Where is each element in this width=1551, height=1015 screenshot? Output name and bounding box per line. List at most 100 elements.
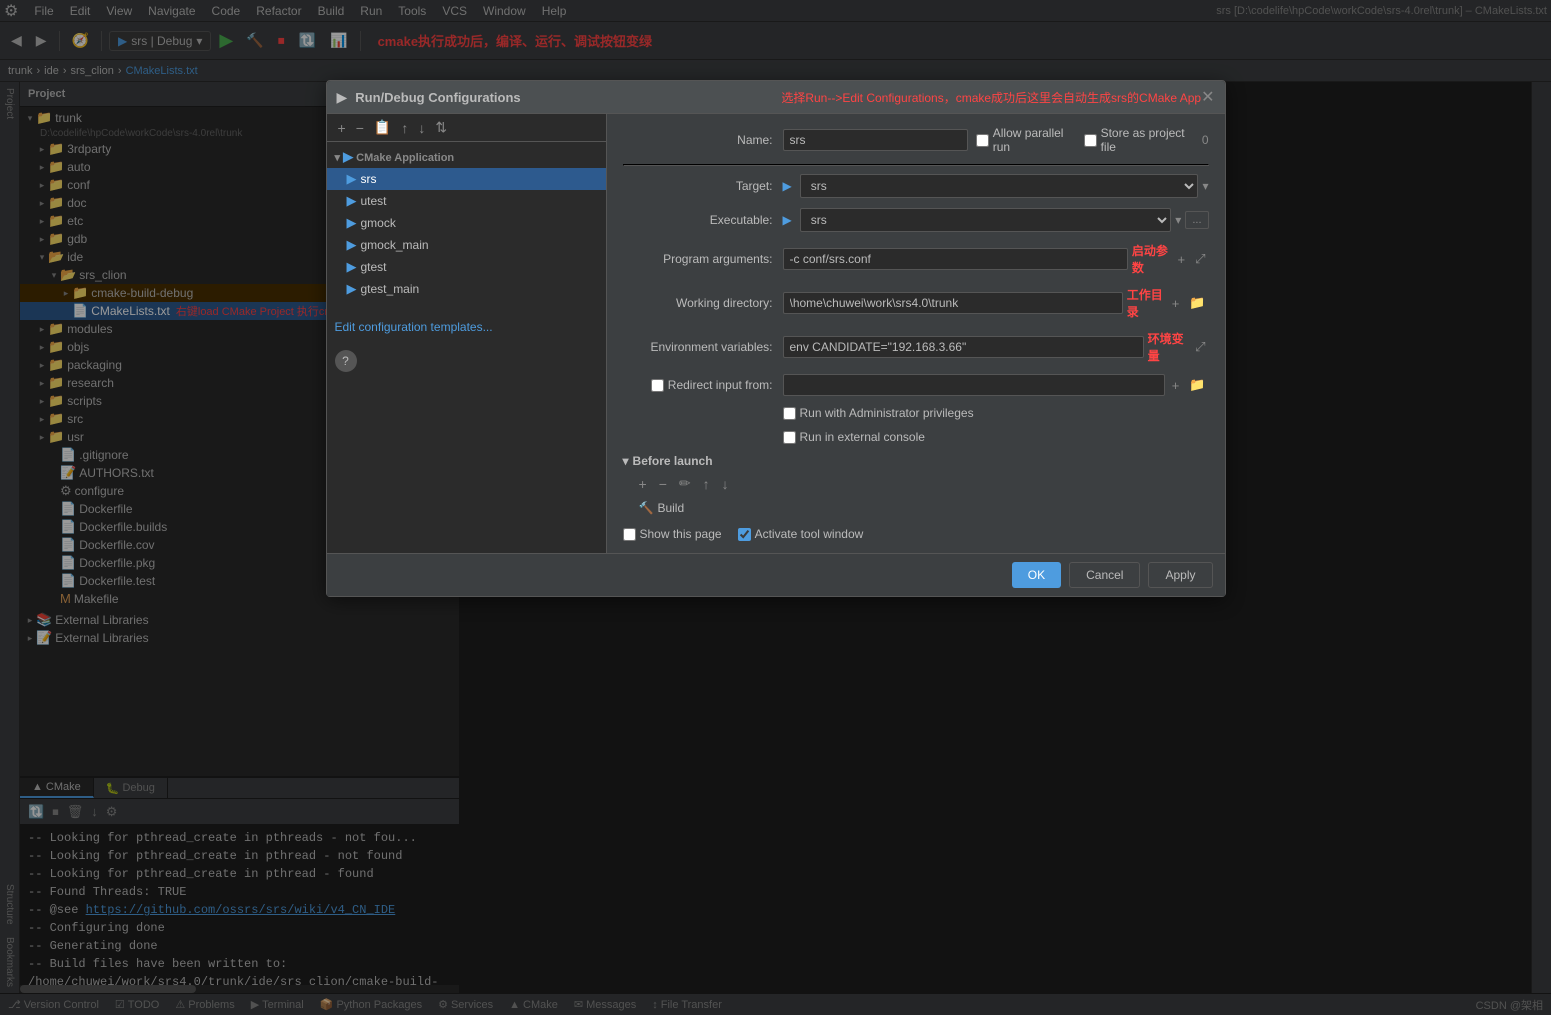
dialog-annotation: 选择Run-->Edit Configurations，cmake成功后这里会自…	[781, 89, 1201, 106]
show-page-area: Show this page Activate tool window	[623, 527, 1209, 541]
form-separator	[623, 164, 1209, 166]
exe-dropdown-icon: ▾	[1175, 213, 1181, 227]
config-section-cmake: ▾ ▶ CMake Application ▶ srs ▶ utest ▶	[327, 142, 606, 304]
executable-label: Executable:	[623, 213, 783, 227]
bl-remove-btn[interactable]: −	[655, 474, 671, 493]
name-label: Name:	[623, 133, 783, 147]
dialog-title: Run/Debug Configurations	[355, 90, 761, 105]
cmake-section-header: ▾ ▶ CMake Application	[327, 146, 606, 168]
form-row-redirect: Redirect input from: + 📁	[623, 374, 1209, 396]
env-vars-expand-btn[interactable]: ⤢	[1192, 338, 1208, 356]
config-add-btn[interactable]: +	[335, 119, 349, 137]
redirect-add-btn[interactable]: +	[1169, 377, 1183, 394]
cmake-app-icon: ▶	[343, 149, 353, 164]
store-project-checkbox[interactable]: Store as project file	[1084, 126, 1194, 154]
ok-button[interactable]: OK	[1012, 562, 1061, 588]
env-vars-label: Environment variables:	[623, 340, 783, 354]
run-debug-dialog: ▶ Run/Debug Configurations 选择Run-->Edit …	[326, 80, 1226, 597]
config-list: + − 📋 ↑ ↓ ⇅ ▾ ▶ CMake Application	[327, 114, 607, 553]
bl-down-btn[interactable]: ↓	[718, 474, 733, 493]
before-launch-title[interactable]: ▾ Before launch	[623, 454, 1209, 468]
config-sort-btn[interactable]: ⇅	[432, 118, 450, 137]
redirect-checkbox[interactable]	[651, 379, 664, 392]
apply-button[interactable]: Apply	[1148, 562, 1212, 588]
help-section: ?	[327, 342, 606, 380]
dialog-header: ▶ Run/Debug Configurations 选择Run-->Edit …	[327, 81, 1225, 114]
target-cmake-icon: ▶	[783, 179, 792, 193]
name-row-right: Allow parallel run Store as project file…	[783, 126, 1209, 154]
allow-parallel-check[interactable]	[976, 134, 989, 147]
build-icon: 🔨	[639, 501, 654, 515]
before-launch-section: ▾ Before launch + − ✏ ↑ ↓ 🔨	[623, 454, 1209, 517]
before-launch-controls: + − ✏ ↑ ↓	[635, 474, 1209, 493]
form-row-target: Target: ▶ srs ▾	[623, 174, 1209, 198]
bl-build-item: 🔨 Build	[635, 499, 1209, 517]
working-dir-browse-btn[interactable]: 📁	[1186, 294, 1208, 312]
redirect-browse-btn[interactable]: 📁	[1186, 376, 1208, 394]
config-item-gmock-main[interactable]: ▶ gmock_main	[327, 234, 606, 256]
name-input[interactable]	[783, 129, 968, 151]
config-move-up-btn[interactable]: ↑	[398, 119, 411, 137]
bl-edit-btn[interactable]: ✏	[675, 474, 695, 493]
dialog-icon: ▶	[337, 89, 348, 106]
config-item-gtest-main[interactable]: ▶ gtest_main	[327, 278, 606, 300]
cmake-section-arrow[interactable]: ▾	[335, 152, 341, 164]
env-vars-annotation: 环境变量	[1148, 330, 1188, 364]
working-dir-row: 工作目录 + 📁	[783, 286, 1209, 320]
executable-row: ▶ srs ▾ ...	[783, 208, 1209, 232]
target-select[interactable]: srs	[800, 174, 1199, 198]
gmock-main-config-icon: ▶	[347, 237, 357, 253]
srs-config-icon: ▶	[347, 171, 357, 187]
run-external-check[interactable]	[783, 431, 796, 444]
utest-config-icon: ▶	[347, 193, 357, 209]
program-args-label: Program arguments:	[623, 252, 783, 266]
cmake-section-label: CMake Application	[356, 152, 454, 164]
env-vars-input[interactable]	[783, 336, 1144, 358]
before-launch-arrow: ▾	[623, 454, 629, 468]
show-page-checkbox[interactable]: Show this page	[623, 527, 722, 541]
program-args-add-btn[interactable]: +	[1175, 251, 1189, 268]
cancel-button[interactable]: Cancel	[1069, 562, 1140, 588]
bl-add-btn[interactable]: +	[635, 474, 651, 493]
working-dir-input[interactable]	[783, 292, 1123, 314]
config-item-gmock[interactable]: ▶ gmock	[327, 212, 606, 234]
edit-templates-link[interactable]: Edit configuration templates...	[335, 320, 493, 334]
config-item-gtest[interactable]: ▶ gtest	[327, 256, 606, 278]
form-row-name: Name: Allow parallel run Store as projec…	[623, 126, 1209, 154]
program-args-annotation: 启动参数	[1132, 242, 1171, 276]
env-vars-row: 环境变量 ⤢	[783, 330, 1209, 364]
dialog-close-button[interactable]: ✕	[1201, 87, 1214, 107]
config-move-down-btn[interactable]: ↓	[415, 119, 428, 137]
executable-select[interactable]: srs	[800, 208, 1172, 232]
form-row-env-vars: Environment variables: 环境变量 ⤢	[623, 330, 1209, 364]
config-item-srs[interactable]: ▶ srs	[327, 168, 606, 190]
working-dir-add-btn[interactable]: +	[1169, 295, 1183, 312]
store-project-check[interactable]	[1084, 134, 1097, 147]
program-args-input[interactable]	[783, 248, 1128, 270]
activate-window-check[interactable]	[738, 528, 751, 541]
show-page-check[interactable]	[623, 528, 636, 541]
config-remove-btn[interactable]: −	[353, 119, 367, 137]
executable-browse-btn[interactable]: ...	[1185, 211, 1208, 229]
allow-parallel-checkbox[interactable]: Allow parallel run	[976, 126, 1076, 154]
form-row-working-dir: Working directory: 工作目录 + 📁	[623, 286, 1209, 320]
config-item-utest[interactable]: ▶ utest	[327, 190, 606, 212]
program-args-expand-btn[interactable]: ⤢	[1192, 250, 1208, 268]
gmock-config-icon: ▶	[347, 215, 357, 231]
working-dir-label: Working directory:	[623, 296, 783, 310]
config-list-header: + − 📋 ↑ ↓ ⇅	[327, 114, 606, 142]
dialog-body: + − 📋 ↑ ↓ ⇅ ▾ ▶ CMake Application	[327, 114, 1225, 553]
config-detail: Name: Allow parallel run Store as projec…	[607, 114, 1225, 553]
activate-window-checkbox[interactable]: Activate tool window	[738, 527, 864, 541]
before-launch-content: + − ✏ ↑ ↓ 🔨 Build	[635, 474, 1209, 517]
run-admin-check[interactable]	[783, 407, 796, 420]
form-row-program-args: Program arguments: 启动参数 + ⤢	[623, 242, 1209, 276]
config-copy-btn[interactable]: 📋	[371, 118, 394, 137]
run-admin-checkbox[interactable]: Run with Administrator privileges	[783, 406, 974, 420]
run-external-checkbox[interactable]: Run in external console	[783, 430, 925, 444]
bl-up-btn[interactable]: ↑	[699, 474, 714, 493]
edit-templates-section: Edit configuration templates...	[327, 304, 606, 342]
form-row-run-admin: Run with Administrator privileges	[623, 406, 1209, 420]
help-button[interactable]: ?	[335, 350, 357, 372]
redirect-input[interactable]	[783, 374, 1165, 396]
